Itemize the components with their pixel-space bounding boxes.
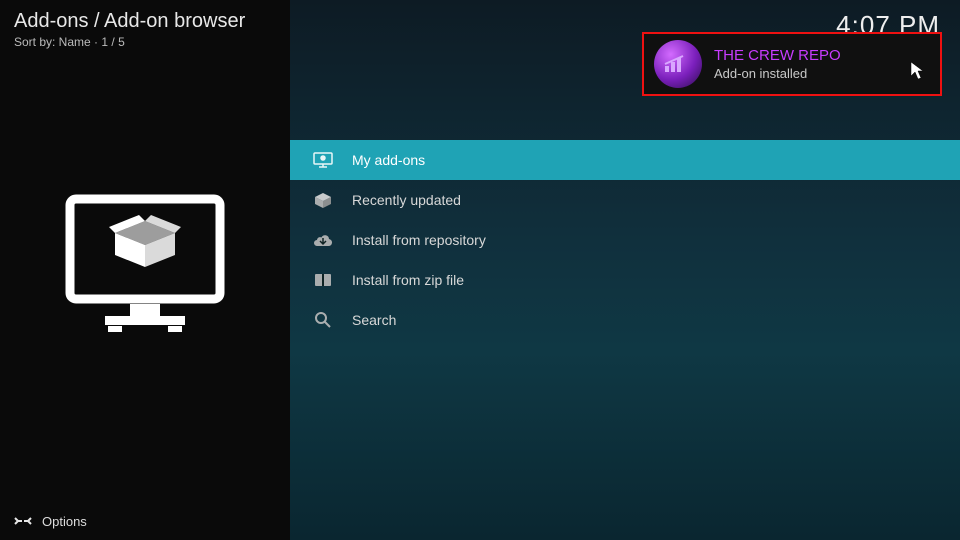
mouse-cursor-icon [910, 61, 926, 86]
zip-icon [312, 269, 334, 291]
toast-subtitle: Add-on installed [714, 66, 930, 81]
menu-label: My add-ons [352, 152, 425, 168]
menu-label: Recently updated [352, 192, 461, 208]
main-panel: 4:07 PM THE CREW REPO Add-on installed [290, 0, 960, 540]
search-icon [312, 309, 334, 331]
toast-thumbnail-icon [654, 40, 702, 88]
options-label: Options [42, 514, 87, 529]
menu-item-search[interactable]: Search [290, 300, 960, 340]
addon-menu: My add-ons Recently updated [290, 140, 960, 340]
menu-item-install-repository[interactable]: Install from repository [290, 220, 960, 260]
box-icon [312, 189, 334, 211]
toast-title: THE CREW REPO [714, 47, 930, 64]
menu-label: Install from zip file [352, 272, 464, 288]
sidebar: Add-ons / Add-on browser Sort by: Name ·… [0, 0, 290, 540]
options-footer[interactable]: Options [12, 510, 87, 532]
notification-toast: THE CREW REPO Add-on installed [642, 32, 942, 96]
menu-item-install-zip[interactable]: Install from zip file [290, 260, 960, 300]
addon-browser-hero-icon [0, 0, 290, 540]
menu-label: Search [352, 312, 396, 328]
cloud-download-icon [312, 229, 334, 251]
menu-item-my-addons[interactable]: My add-ons [290, 140, 960, 180]
menu-label: Install from repository [352, 232, 486, 248]
monitor-icon [312, 149, 334, 171]
options-icon [12, 510, 34, 532]
menu-item-recently-updated[interactable]: Recently updated [290, 180, 960, 220]
